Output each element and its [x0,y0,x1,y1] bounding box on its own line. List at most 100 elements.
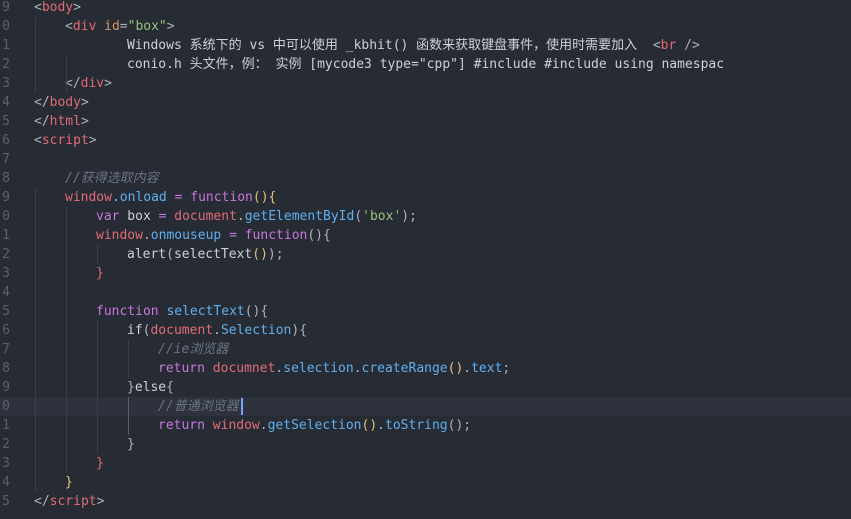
code-token: function [190,190,253,205]
code-line[interactable]: 7 [0,150,851,169]
code-token: = [119,19,128,34]
code-token: alert [127,247,167,262]
code-token: getElementById [244,209,355,224]
line-number: 8 [2,171,10,186]
code-line[interactable]: 2} [0,435,851,454]
code-token: script [49,494,97,509]
code-token: () [447,361,464,376]
code-token: //ie浏览器 [158,342,229,357]
code-token: } [127,437,135,452]
code-line[interactable]: 6 <script> [0,131,851,150]
code-token: document [150,323,214,338]
code-line[interactable]: 3 </div> [0,74,851,93]
code-line[interactable]: 5 function selectText(){ [0,302,851,321]
code-token: getSelection [267,418,362,433]
code-token: div [80,76,105,91]
code-text: var box = document.getElementById('box')… [96,207,417,226]
code-editor[interactable]: 9 <body> 0 <div id="box"> 1 Windows 系统下的 vs 中… [0,0,851,519]
code-token: else [134,380,167,395]
code-token: } [96,456,104,471]
code-line[interactable]: 3} [0,454,851,473]
code-line[interactable]: 4 [0,283,851,302]
code-token: . [111,190,120,205]
code-text: function selectText(){ [96,302,268,321]
code-token: Windows 系统下的 vs 中可以使用 _kbhit() 函数来获取键盘事件… [127,38,653,53]
code-token: box [119,209,159,224]
code-token: selectText [166,304,245,319]
code-token: . [463,361,472,376]
code-line[interactable]: 9 <body> [0,0,851,17]
code-text: if(document.Selection){ [127,321,307,340]
code-token: div [72,19,97,34]
code-token: ( [354,209,363,224]
code-token: id [104,19,120,34]
code-line[interactable]: 3} [0,264,851,283]
code-line[interactable]: 4} [0,473,851,492]
code-token: window [96,228,143,243]
code-text: } [65,473,73,492]
line-number: 4 [2,95,10,110]
code-text: </body> [34,93,89,112]
code-token: () [252,247,268,262]
code-line[interactable]: 9 }else{ [0,378,851,397]
indent-guide [35,188,36,492]
code-text: }else{ [127,378,174,397]
code-line[interactable]: 4 </body> [0,93,851,112]
line-number: 4 [2,285,10,300]
code-token: script [41,133,89,148]
code-token: < [65,19,73,34]
code-token: < [652,38,661,53]
code-text: Windows 系统下的 vs 中可以使用 _kbhit() 函数来获取键盘事件… [127,36,700,55]
code-token: </ [34,95,50,110]
code-line[interactable]: 5 </html> [0,112,851,131]
indent-guide [66,55,67,93]
code-line[interactable]: 6 if(document.Selection){ [0,321,851,340]
code-token: ){ [291,323,308,338]
code-token: > [96,494,105,509]
code-token: document [174,209,237,224]
code-line[interactable]: 5 </script> [0,492,851,511]
line-number: 5 [2,494,10,509]
code-token: (){ [252,190,277,205]
code-text: //ie浏览器 [158,340,228,359]
code-token: (){ [244,304,269,319]
code-text: } [127,435,135,454]
code-token: < [34,133,42,148]
code-line[interactable]: 1 Windows 系统下的 vs 中可以使用 _kbhit() 函数来获取键盘事… [0,36,851,55]
line-number: 3 [2,456,10,471]
code-token: = [229,228,237,243]
code-token: createRange [361,361,448,376]
code-line[interactable]: 9 window.onload = function(){ [0,188,851,207]
code-token: text [471,361,503,376]
code-token: var [96,209,120,224]
code-text: conio.h 头文件，例： 实例 [mycode3 type="cpp"] #… [127,55,724,74]
code-line[interactable]: 1 window.onmouseup = function(){ [0,226,851,245]
line-number: 9 [2,380,10,395]
code-line[interactable]: 2 alert(selectText()); [0,245,851,264]
code-token: . [213,323,221,338]
code-token: . [353,361,362,376]
code-token: Selection [220,323,292,338]
code-token: documnet [212,361,276,376]
code-token: (){ [307,228,331,243]
line-number: 2 [2,247,10,262]
code-token: window [65,190,112,205]
code-token: body [49,95,81,110]
line-number: 1 [2,38,10,53]
code-token: function [96,304,159,319]
code-token: } [65,475,73,490]
code-line[interactable]: 0 <div id="box"> [0,17,851,36]
code-token: ); [267,247,284,262]
line-number: 9 [2,190,10,205]
code-token: . [142,228,151,243]
code-token: > [166,19,175,34]
code-line[interactable]: 0 var box = document.getElementById('box'… [0,207,851,226]
line-number: 5 [2,114,10,129]
code-token: (); [447,418,472,433]
code-token: toString [385,418,448,433]
code-token: > [104,76,112,91]
code-line[interactable]: 8 //获得选取内容 [0,169,851,188]
code-text: //获得选取内容 [65,169,159,188]
code-line[interactable]: 2 conio.h 头文件，例： 实例 [mycode3 type="cpp"] … [0,55,851,74]
